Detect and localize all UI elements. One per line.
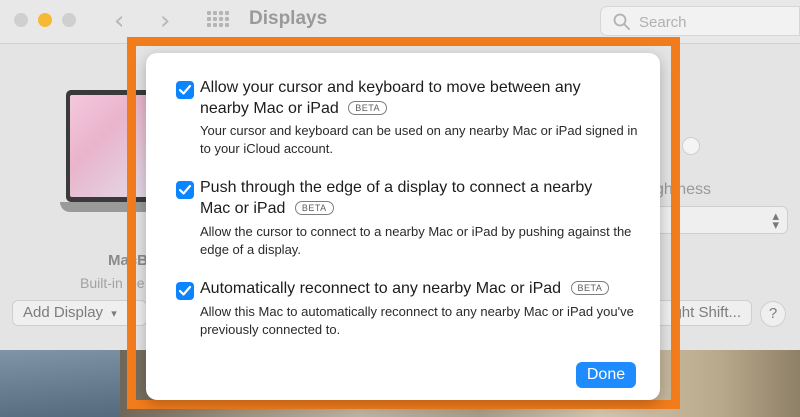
checkbox-auto-reconnect[interactable] (176, 282, 194, 300)
show-all-grid-icon[interactable] (207, 11, 231, 29)
chevron-down-icon: ▾ (111, 308, 117, 320)
option-title-text: Automatically reconnect to any nearby Ma… (200, 280, 562, 297)
close-window-button[interactable] (14, 13, 28, 27)
checkmark-icon (178, 184, 192, 195)
updown-chevron-icon: ▴ ▾ (772, 208, 779, 232)
checkmark-icon (178, 84, 192, 95)
search-field[interactable]: Search (600, 6, 800, 36)
option-description: Allow the cursor to connect to a nearby … (200, 224, 632, 257)
checkbox-push-through-edge[interactable] (176, 181, 194, 199)
search-placeholder: Search (639, 14, 687, 31)
back-button[interactable]: ‹ (114, 6, 124, 36)
checkmark-icon (178, 285, 192, 296)
done-button[interactable]: Done (576, 362, 636, 388)
beta-badge: BETA (570, 281, 610, 295)
help-button[interactable]: ? (760, 301, 786, 327)
option-title-text: Allow your cursor and keyboard to move b… (200, 79, 581, 117)
option-title: Allow your cursor and keyboard to move b… (200, 77, 620, 119)
minimize-window-button[interactable] (38, 13, 52, 27)
universal-control-dialog: Allow your cursor and keyboard to move b… (146, 53, 660, 400)
window-title: Displays (249, 8, 328, 29)
forward-button[interactable]: › (160, 6, 170, 36)
beta-badge: BETA (348, 101, 388, 115)
add-display-label: Add Display (23, 304, 104, 321)
zoom-window-button[interactable] (62, 13, 76, 27)
option-description: Allow this Mac to automatically reconnec… (200, 304, 634, 337)
search-icon (613, 13, 630, 30)
option-title: Automatically reconnect to any nearby Ma… (200, 278, 620, 299)
checkbox-cursor-keyboard[interactable] (176, 81, 194, 99)
option-description: Your cursor and keyboard can be used on … (200, 123, 638, 156)
beta-badge: BETA (294, 201, 334, 215)
brightness-slider-knob[interactable] (682, 137, 700, 155)
option-title: Push through the edge of a display to co… (200, 177, 620, 219)
option-title-text: Push through the edge of a display to co… (200, 179, 593, 217)
